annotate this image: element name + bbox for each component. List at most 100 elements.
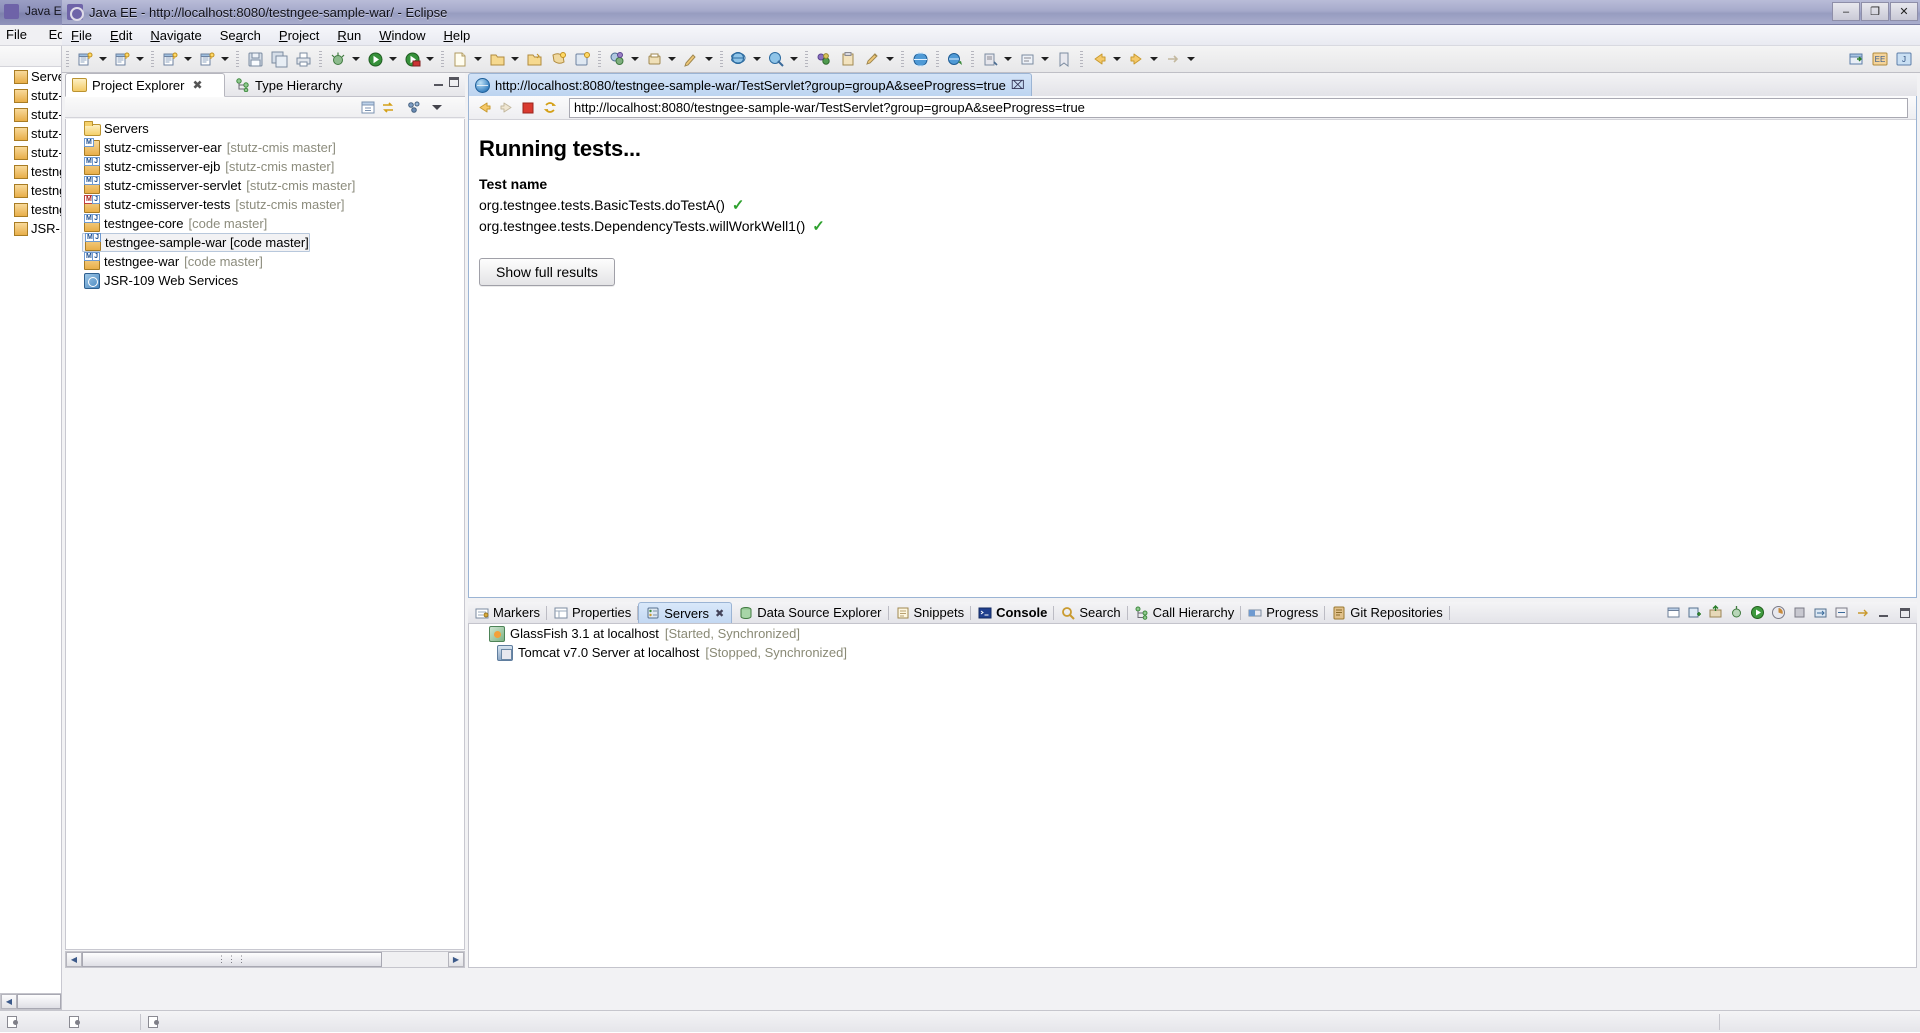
stop-button[interactable] [517,98,539,118]
chevron-down-icon[interactable] [629,48,640,70]
new-java-project-icon[interactable] [159,48,181,70]
toolbar-grip[interactable] [1080,51,1083,68]
tab-servers[interactable]: Servers✖ [638,602,732,623]
clipboard-icon[interactable] [837,48,859,70]
chevron-down-icon[interactable] [219,48,230,70]
chevron-down-icon[interactable] [182,48,193,70]
chevron-down-icon[interactable] [97,48,108,70]
chevron-down-icon[interactable] [788,48,799,70]
tree-item[interactable]: JSR-109 Web Services [66,271,464,290]
tab-git-repositories[interactable]: Git Repositories [1325,602,1449,623]
forward-button[interactable] [495,98,517,118]
chevron-down-icon[interactable] [1002,48,1013,70]
menu-help[interactable]: Help [434,26,479,45]
run-server-icon[interactable] [401,48,423,70]
scroll-left-button[interactable]: ◀ [66,952,82,967]
open-resource-icon[interactable] [765,48,787,70]
chevron-down-icon[interactable] [884,48,895,70]
menu-window[interactable]: Window [370,26,434,45]
start-server-icon[interactable] [1748,603,1767,622]
menu-file[interactable]: File [62,26,101,45]
tab-call-hierarchy[interactable]: Call Hierarchy [1128,602,1242,623]
chevron-down-icon[interactable] [350,48,361,70]
menu-run[interactable]: Run [328,26,370,45]
chevron-down-icon[interactable] [1111,48,1122,70]
task-icon[interactable] [1016,48,1038,70]
chevron-down-icon[interactable] [1185,48,1196,70]
new-ejb-project-icon[interactable] [111,48,133,70]
bookmark-icon[interactable] [1053,48,1075,70]
new-interface-icon[interactable] [571,48,593,70]
add-remove-icon[interactable] [1832,603,1851,622]
back-button[interactable] [473,98,495,118]
server-row[interactable]: GlassFish 3.1 at localhost[Started, Sync… [469,624,1916,643]
tab-markers[interactable]: Markers [468,602,547,623]
debug-server-icon[interactable] [1727,603,1746,622]
tab-search[interactable]: Search [1054,602,1127,623]
background-scroll-thumb[interactable] [17,994,61,1009]
url-input[interactable] [569,98,1908,118]
tab-snippets[interactable]: Snippets [889,602,972,623]
menu-navigate[interactable]: Navigate [141,26,210,45]
project-tree[interactable]: Serversstutz-cmisserver-ear[stutz-cmis m… [65,119,465,950]
web-browser-icon[interactable] [909,48,931,70]
project-tree-hscrollbar[interactable]: ◀ ⋮⋮⋮ ▶ [65,951,465,968]
collapse-all-icon[interactable] [360,99,377,116]
restore-icon[interactable] [1664,603,1683,622]
tab-project-explorer[interactable]: Project Explorer ✖ [65,73,225,97]
chevron-down-icon[interactable] [424,48,435,70]
server-row[interactable]: Tomcat v7.0 Server at localhost[Stopped,… [469,643,1916,662]
chevron-down-icon[interactable] [509,48,520,70]
view-options-icon[interactable] [406,99,423,116]
minimize-view-icon[interactable] [1874,603,1893,622]
chevron-down-icon[interactable] [472,48,483,70]
new-package-icon[interactable] [547,48,569,70]
profile-icon[interactable] [643,48,665,70]
tree-item[interactable]: Servers [66,119,464,138]
show-full-results-button[interactable]: Show full results [479,258,615,286]
forward-icon[interactable] [1125,48,1147,70]
background-menu-file[interactable]: File [6,27,27,42]
chevron-down-icon[interactable] [387,48,398,70]
new-class-icon[interactable] [523,48,545,70]
close-icon[interactable]: ✖ [192,78,202,92]
maximize-view-icon[interactable] [1895,603,1914,622]
new-server-icon[interactable] [1685,603,1704,622]
publish-to-server-icon[interactable] [1811,603,1830,622]
save-icon[interactable] [244,48,266,70]
print-icon[interactable] [292,48,314,70]
refresh-button[interactable] [539,98,561,118]
servers-list[interactable]: GlassFish 3.1 at localhost[Started, Sync… [468,624,1917,968]
tree-item[interactable]: stutz-cmisserver-ejb[stutz-cmis master] [66,157,464,176]
toolbar-grip[interactable] [151,51,154,68]
menu-project[interactable]: Project [270,26,328,45]
chevron-down-icon[interactable] [703,48,714,70]
scroll-thumb[interactable]: ⋮⋮⋮ [82,952,382,967]
chevron-down-icon[interactable] [1039,48,1050,70]
close-icon[interactable]: ✖ [715,607,724,620]
open-web-browser-icon[interactable] [944,48,966,70]
tree-item[interactable]: stutz-cmisserver-tests[stutz-cmis master… [66,195,464,214]
tab-type-hierarchy[interactable]: Type Hierarchy [230,73,350,97]
chevron-down-icon[interactable] [751,48,762,70]
chevron-down-icon[interactable] [134,48,145,70]
tab-internal-browser[interactable]: http://localhost:8080/testngee-sample-wa… [468,73,1032,96]
run-icon[interactable] [364,48,386,70]
toolbar-grip[interactable] [805,51,808,68]
stop-server-icon[interactable] [1790,603,1809,622]
back-icon[interactable] [1088,48,1110,70]
new-wizard-icon[interactable] [74,48,96,70]
tab-console[interactable]: Console [971,602,1054,623]
save-all-icon[interactable] [268,48,290,70]
toolbar-grip[interactable] [319,51,322,68]
tree-item[interactable]: stutz-cmisserver-ear[stutz-cmis master] [66,138,464,157]
new-folder-icon[interactable] [486,48,508,70]
toolbar-grip[interactable] [720,51,723,68]
external-tools-icon[interactable] [606,48,628,70]
palette-icon[interactable] [813,48,835,70]
next-annotation-icon[interactable] [1162,48,1184,70]
minimize-icon[interactable] [434,77,443,86]
maximize-icon[interactable] [449,77,459,87]
background-scroll-left-button[interactable]: ◀ [1,994,17,1009]
tab-data-source-explorer[interactable]: Data Source Explorer [732,602,888,623]
